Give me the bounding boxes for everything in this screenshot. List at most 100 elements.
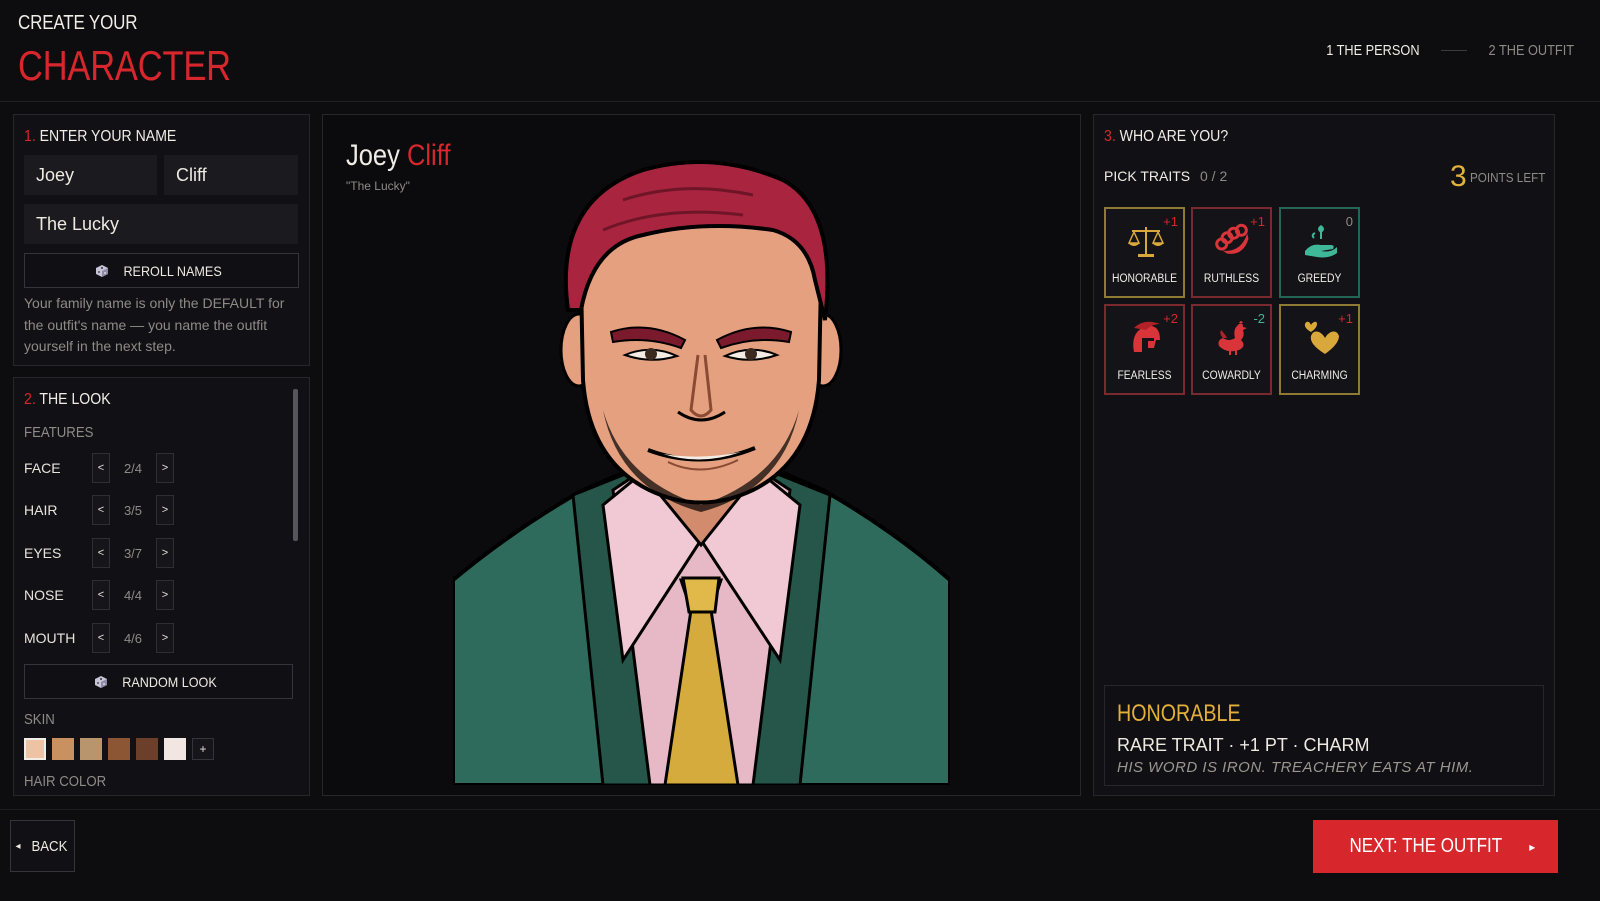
trait-card-cowardly[interactable]: -2 COWARDLY — [1191, 304, 1272, 395]
feature-next-button[interactable]: > — [156, 538, 174, 568]
feature-value: 4/6 — [123, 630, 143, 646]
skin-swatch[interactable] — [164, 738, 186, 760]
step-the-person[interactable]: 1 THE PERSON — [1326, 42, 1419, 59]
feature-next-button[interactable]: > — [156, 495, 174, 525]
trait-card-charming[interactable]: +1 CHARMING — [1279, 304, 1360, 395]
trait-cost: 0 — [1345, 214, 1353, 229]
hair-color-clip: HAIR COLOR — [14, 770, 290, 795]
trait-name: CHARMING — [1291, 370, 1348, 382]
traits-section-title: 3. WHO ARE YOU? — [1104, 128, 1228, 146]
page-header: CREATE YOUR CHARACTER 1 THE PERSON 2 THE… — [0, 0, 1600, 102]
pick-traits-header: PICK TRAITS 0 / 2 — [1104, 168, 1227, 184]
feature-row-nose: NOSE < 4/4 > — [24, 579, 194, 611]
trait-cost: +1 — [1250, 214, 1265, 229]
trait-cost: +1 — [1163, 214, 1178, 229]
step-divider — [1441, 50, 1468, 51]
trait-name: RUTHLESS — [1203, 273, 1260, 285]
trait-detail-box: HONORABLE RARE TRAIT · +1 PT · CHARM HIS… — [1104, 685, 1544, 786]
hair-color-label: HAIR COLOR — [24, 773, 107, 790]
trait-cost: -2 — [1253, 311, 1265, 326]
feature-row-hair: HAIR < 3/5 > — [24, 494, 194, 526]
reroll-names-label: REROLL NAMES — [123, 262, 222, 279]
next-arrow-icon: ▸ — [1529, 839, 1536, 854]
family-name-note: Your family name is only the DEFAULT for… — [24, 295, 285, 354]
name-section-label: ENTER YOUR NAME — [39, 128, 177, 145]
feature-next-button[interactable]: > — [156, 453, 174, 483]
skin-swatch[interactable] — [52, 738, 74, 760]
chicken-icon — [1218, 321, 1247, 355]
points-left-label: POINTS LEFT — [1470, 170, 1546, 185]
trait-name: COWARDLY — [1202, 370, 1261, 382]
back-arrow-icon: ◂ — [15, 840, 21, 852]
feature-row-face: FACE < 2/4 > — [24, 452, 194, 484]
features-label: FEATURES — [24, 424, 94, 441]
feature-prev-button[interactable]: < — [92, 623, 110, 653]
back-button[interactable]: ◂ BACK — [10, 820, 75, 872]
skin-swatch[interactable] — [80, 738, 102, 760]
feature-name: MOUTH — [24, 630, 76, 646]
portrait-last-name: Cliff — [406, 139, 451, 172]
look-section-label: THE LOOK — [39, 391, 111, 408]
trait-card-fearless[interactable]: +2 FEARLESS — [1104, 304, 1185, 395]
portrait-nickname: "The Lucky" — [346, 179, 410, 193]
reroll-names-button[interactable]: REROLL NAMES — [24, 253, 299, 288]
random-look-button[interactable]: RANDOM LOOK — [24, 664, 293, 699]
page-pre-title: CREATE YOUR — [18, 12, 138, 34]
trait-cost: +1 — [1338, 311, 1353, 326]
look-panel-scrollbar[interactable] — [293, 389, 298, 541]
first-name-field[interactable]: Joey — [24, 155, 157, 195]
feature-value: 3/5 — [123, 502, 143, 518]
back-label: BACK — [31, 837, 67, 855]
feature-name: NOSE — [24, 587, 64, 603]
feature-next-button[interactable]: > — [156, 623, 174, 653]
feature-prev-button[interactable]: < — [92, 495, 110, 525]
feature-prev-button[interactable]: < — [92, 580, 110, 610]
trait-card-honorable[interactable]: +1 HONORABLE — [1104, 207, 1185, 298]
traits-section-number: 3. — [1104, 128, 1116, 145]
trait-detail-meta: RARE TRAIT · +1 PT · CHARM — [1117, 735, 1370, 755]
trait-card-greedy[interactable]: 0 GREEDY — [1279, 207, 1360, 298]
feature-next-button[interactable]: > — [156, 580, 174, 610]
helmet-icon — [1133, 321, 1160, 352]
skin-label: SKIN — [24, 711, 55, 728]
pick-traits-label: PICK TRAITS — [1104, 168, 1191, 184]
traits-section-label: WHO ARE YOU? — [1119, 128, 1229, 145]
skin-swatch[interactable] — [24, 738, 46, 760]
step-indicator: 1 THE PERSON 2 THE OUTFIT — [1318, 42, 1582, 59]
nickname-field[interactable]: The Lucky — [24, 204, 298, 244]
skin-swatch[interactable] — [136, 738, 158, 760]
feature-value: 3/7 — [123, 545, 143, 561]
points-left-value: 3 — [1450, 160, 1467, 193]
look-section-number: 2. — [24, 391, 36, 408]
trait-detail-name: HONORABLE — [1117, 700, 1241, 727]
add-skin-button[interactable]: + — [192, 738, 214, 760]
portrait-name: Joey Cliff — [346, 139, 450, 173]
feature-row-mouth: MOUTH < 4/6 > — [24, 622, 194, 654]
hearts-icon — [1304, 321, 1339, 354]
trait-cost: +2 — [1163, 311, 1178, 326]
random-look-label: RANDOM LOOK — [122, 673, 217, 690]
scales-icon — [1127, 227, 1165, 257]
next-outfit-button[interactable]: NEXT: THE OUTFIT ▸ — [1313, 820, 1558, 873]
name-section-title: 1. ENTER YOUR NAME — [24, 128, 176, 146]
trait-card-ruthless[interactable]: +1 RUTHLESS — [1191, 207, 1272, 298]
feature-prev-button[interactable]: < — [92, 453, 110, 483]
money-hand-icon — [1305, 225, 1337, 258]
portrait-first-name: Joey — [346, 139, 400, 172]
feature-row-eyes: EYES < 3/7 > — [24, 537, 194, 569]
feature-name: FACE — [24, 460, 61, 476]
page-title: CHARACTER — [18, 42, 231, 89]
feature-name: HAIR — [24, 502, 58, 518]
dice-icon — [95, 264, 108, 277]
feature-value: 4/4 — [123, 587, 143, 603]
step-the-outfit[interactable]: 2 THE OUTFIT — [1489, 42, 1574, 59]
last-name-field[interactable]: Cliff — [164, 155, 298, 195]
look-section-title: 2. THE LOOK — [24, 391, 111, 409]
pick-traits-count: 0 / 2 — [1199, 168, 1228, 184]
trait-name: HONORABLE — [1112, 273, 1177, 285]
next-label: NEXT: THE OUTFIT — [1349, 835, 1502, 857]
skin-swatch[interactable] — [108, 738, 130, 760]
feature-prev-button[interactable]: < — [92, 538, 110, 568]
feature-name: EYES — [24, 545, 62, 561]
dice-icon — [94, 675, 107, 688]
